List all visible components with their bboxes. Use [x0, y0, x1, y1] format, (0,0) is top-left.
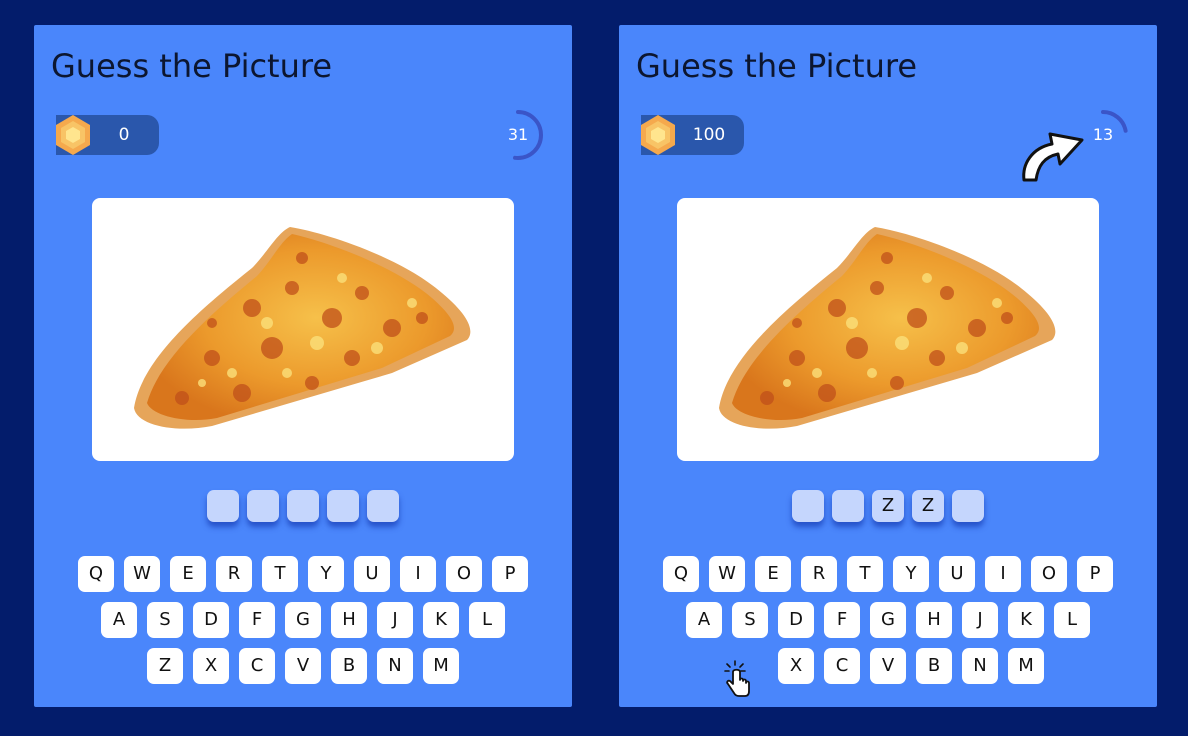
answer-slot[interactable]	[952, 490, 984, 522]
gem-icon	[56, 115, 90, 155]
key-p[interactable]: P	[1077, 556, 1113, 592]
key-u[interactable]: U	[354, 556, 390, 592]
key-o[interactable]: O	[446, 556, 482, 592]
key-m[interactable]: M	[1008, 648, 1044, 684]
key-o[interactable]: O	[1031, 556, 1067, 592]
keyboard-row: A S D F G H J K L	[34, 602, 572, 638]
score-badge: 100	[641, 115, 744, 155]
key-e[interactable]: E	[755, 556, 791, 592]
key-n[interactable]: N	[377, 648, 413, 684]
key-r[interactable]: R	[216, 556, 252, 592]
key-d[interactable]: D	[193, 602, 229, 638]
key-k[interactable]: K	[423, 602, 459, 638]
key-f[interactable]: F	[824, 602, 860, 638]
keyboard-row: Q W E R T Y U I O P	[34, 556, 572, 592]
key-a[interactable]: A	[101, 602, 137, 638]
letter-keyboard: Q W E R T Y U I O P A S D F G H J K L Z …	[34, 556, 572, 694]
key-z[interactable]: Z	[147, 648, 183, 684]
key-d[interactable]: D	[778, 602, 814, 638]
key-y[interactable]: Y	[308, 556, 344, 592]
answer-slots: Z Z	[619, 490, 1157, 522]
answer-slot[interactable]	[792, 490, 824, 522]
keyboard-row: Z X C V B N M	[34, 648, 572, 684]
answer-slot[interactable]	[287, 490, 319, 522]
answer-slot[interactable]	[327, 490, 359, 522]
key-u[interactable]: U	[939, 556, 975, 592]
score-badge: 0	[56, 115, 159, 155]
key-c[interactable]: C	[824, 648, 860, 684]
keyboard-row: A S D F G H J K L	[619, 602, 1157, 638]
page-title: Guess the Picture	[636, 47, 918, 85]
key-h[interactable]: H	[331, 602, 367, 638]
key-y[interactable]: Y	[893, 556, 929, 592]
gem-icon	[641, 115, 675, 155]
page-title: Guess the Picture	[51, 47, 333, 85]
pizza-slice-image	[134, 227, 471, 429]
key-b[interactable]: B	[331, 648, 367, 684]
key-f[interactable]: F	[239, 602, 275, 638]
key-c[interactable]: C	[239, 648, 275, 684]
key-i[interactable]: I	[985, 556, 1021, 592]
key-p[interactable]: P	[492, 556, 528, 592]
key-g[interactable]: G	[285, 602, 321, 638]
keyboard-row: Q W E R T Y U I O P	[619, 556, 1157, 592]
curved-arrow-icon	[1022, 132, 1084, 182]
answer-slot[interactable]	[207, 490, 239, 522]
key-e[interactable]: E	[170, 556, 206, 592]
key-v[interactable]: V	[285, 648, 321, 684]
letter-keyboard: Q W E R T Y U I O P A S D F G H J K L X …	[619, 556, 1157, 694]
score-value: 100	[692, 125, 726, 145]
puzzle-picture	[92, 198, 514, 461]
key-b[interactable]: B	[916, 648, 952, 684]
key-k[interactable]: K	[1008, 602, 1044, 638]
key-j[interactable]: J	[377, 602, 413, 638]
key-t[interactable]: T	[262, 556, 298, 592]
hand-cursor-icon	[724, 660, 750, 697]
score-value: 0	[118, 125, 130, 145]
key-l[interactable]: L	[1054, 602, 1090, 638]
key-v[interactable]: V	[870, 648, 906, 684]
key-x[interactable]: X	[778, 648, 814, 684]
key-x[interactable]: X	[193, 648, 229, 684]
countdown-timer: 31	[490, 107, 546, 163]
key-w[interactable]: W	[709, 556, 745, 592]
pizza-slice-image	[719, 227, 1056, 429]
game-panel-left: Guess the Picture 0 31 Q W E R T Y U I O…	[34, 25, 572, 707]
key-r[interactable]: R	[801, 556, 837, 592]
key-g[interactable]: G	[870, 602, 906, 638]
key-s[interactable]: S	[732, 602, 768, 638]
puzzle-picture	[677, 198, 1099, 461]
key-w[interactable]: W	[124, 556, 160, 592]
answer-slots	[34, 490, 572, 522]
answer-slot[interactable]: Z	[872, 490, 904, 522]
answer-slot[interactable]	[247, 490, 279, 522]
keyboard-row: X C V B N M	[619, 648, 1157, 684]
key-j[interactable]: J	[962, 602, 998, 638]
key-q[interactable]: Q	[663, 556, 699, 592]
key-m[interactable]: M	[423, 648, 459, 684]
answer-slot[interactable]	[367, 490, 399, 522]
timer-value: 31	[507, 125, 529, 144]
key-s[interactable]: S	[147, 602, 183, 638]
key-l[interactable]: L	[469, 602, 505, 638]
key-t[interactable]: T	[847, 556, 883, 592]
answer-slot[interactable]	[832, 490, 864, 522]
key-q[interactable]: Q	[78, 556, 114, 592]
key-n[interactable]: N	[962, 648, 998, 684]
key-a[interactable]: A	[686, 602, 722, 638]
key-i[interactable]: I	[400, 556, 436, 592]
key-h[interactable]: H	[916, 602, 952, 638]
answer-slot[interactable]: Z	[912, 490, 944, 522]
